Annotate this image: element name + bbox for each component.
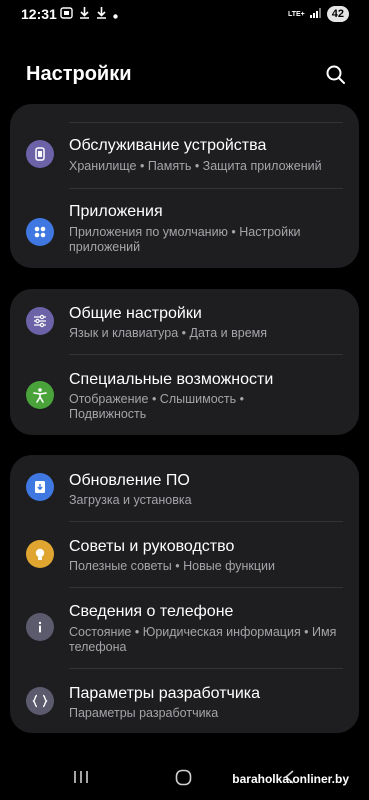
item-subtitle: Отображение • Слышимость • Подвижность — [69, 392, 244, 421]
divider — [69, 122, 343, 123]
status-bar: 12:31 LTE+ 42 — [0, 0, 369, 28]
item-title: Приложения — [69, 203, 163, 220]
battery-indicator: 42 — [326, 6, 349, 22]
item-title: Общие настройки — [69, 305, 202, 322]
recent-apps-icon — [74, 771, 88, 783]
about-phone-icon — [26, 613, 54, 641]
notification-dot-icon — [113, 6, 118, 24]
home-icon — [175, 769, 192, 786]
item-title: Специальные возможности — [69, 371, 274, 388]
accessibility-icon — [26, 381, 54, 409]
divider — [69, 188, 343, 189]
settings-card: Общие настройки Язык и клавиатура • Дата… — [10, 289, 359, 435]
item-subtitle: Язык и клавиатура • Дата и время — [69, 326, 268, 340]
item-title: Обслуживание устройства — [69, 137, 267, 154]
network-type: LTE+ — [287, 10, 305, 18]
settings-item-about-phone[interactable]: Сведения о телефоне Состояние • Юридичес… — [10, 588, 359, 668]
search-icon — [326, 65, 345, 84]
search-button[interactable] — [324, 63, 348, 87]
settings-item-device-care[interactable]: Обслуживание устройства Хранилище • Памя… — [10, 124, 359, 188]
item-subtitle: Параметры разработчика — [69, 706, 219, 720]
item-subtitle: Приложения по умолчанию • Настройки прил… — [69, 225, 301, 254]
settings-item-developer-options[interactable]: Параметры разработчика Параметры разрабо… — [10, 669, 359, 733]
tips-icon — [26, 540, 54, 568]
item-subtitle: Полезные советы • Новые функции — [69, 559, 276, 573]
item-title: Обновление ПО — [69, 472, 190, 489]
download-icon — [79, 6, 90, 24]
home-button[interactable] — [175, 769, 192, 791]
settings-item-tips[interactable]: Советы и руководство Полезные советы • Н… — [10, 522, 359, 586]
item-title: Сведения о телефоне — [69, 603, 234, 620]
item-title: Параметры разработчика — [69, 685, 261, 702]
status-time: 12:31 — [21, 6, 57, 22]
recent-apps-button[interactable] — [72, 770, 90, 789]
settings-item-general[interactable]: Общие настройки Язык и клавиатура • Дата… — [10, 289, 359, 353]
screenshot-icon — [60, 6, 73, 24]
item-subtitle: Загрузка и установка — [69, 493, 192, 507]
item-subtitle: Состояние • Юридическая информация • Имя… — [69, 625, 337, 654]
settings-item-accessibility[interactable]: Специальные возможности Отображение • Сл… — [10, 355, 359, 435]
settings-card: Обновление ПО Загрузка и установка Совет… — [10, 455, 359, 733]
settings-item-software-update[interactable]: Обновление ПО Загрузка и установка — [10, 455, 359, 519]
developer-options-icon — [26, 687, 54, 715]
download-icon — [96, 6, 107, 24]
apps-icon — [26, 218, 54, 246]
general-settings-icon — [26, 307, 54, 335]
watermark: baraholka.onliner.by — [232, 772, 349, 786]
status-right: LTE+ 42 — [288, 5, 349, 23]
settings-item-apps[interactable]: Приложения Приложения по умолчанию • Нас… — [10, 190, 359, 268]
notification-icons — [60, 6, 118, 24]
signal-icon — [309, 5, 322, 23]
page-title: Настройки — [26, 63, 132, 85]
settings-card: Обслуживание устройства Хранилище • Памя… — [10, 104, 359, 268]
item-subtitle: Хранилище • Память • Защита приложений — [69, 159, 322, 173]
item-title: Советы и руководство — [69, 538, 235, 555]
device-care-icon — [26, 140, 54, 168]
software-update-icon — [26, 473, 54, 501]
